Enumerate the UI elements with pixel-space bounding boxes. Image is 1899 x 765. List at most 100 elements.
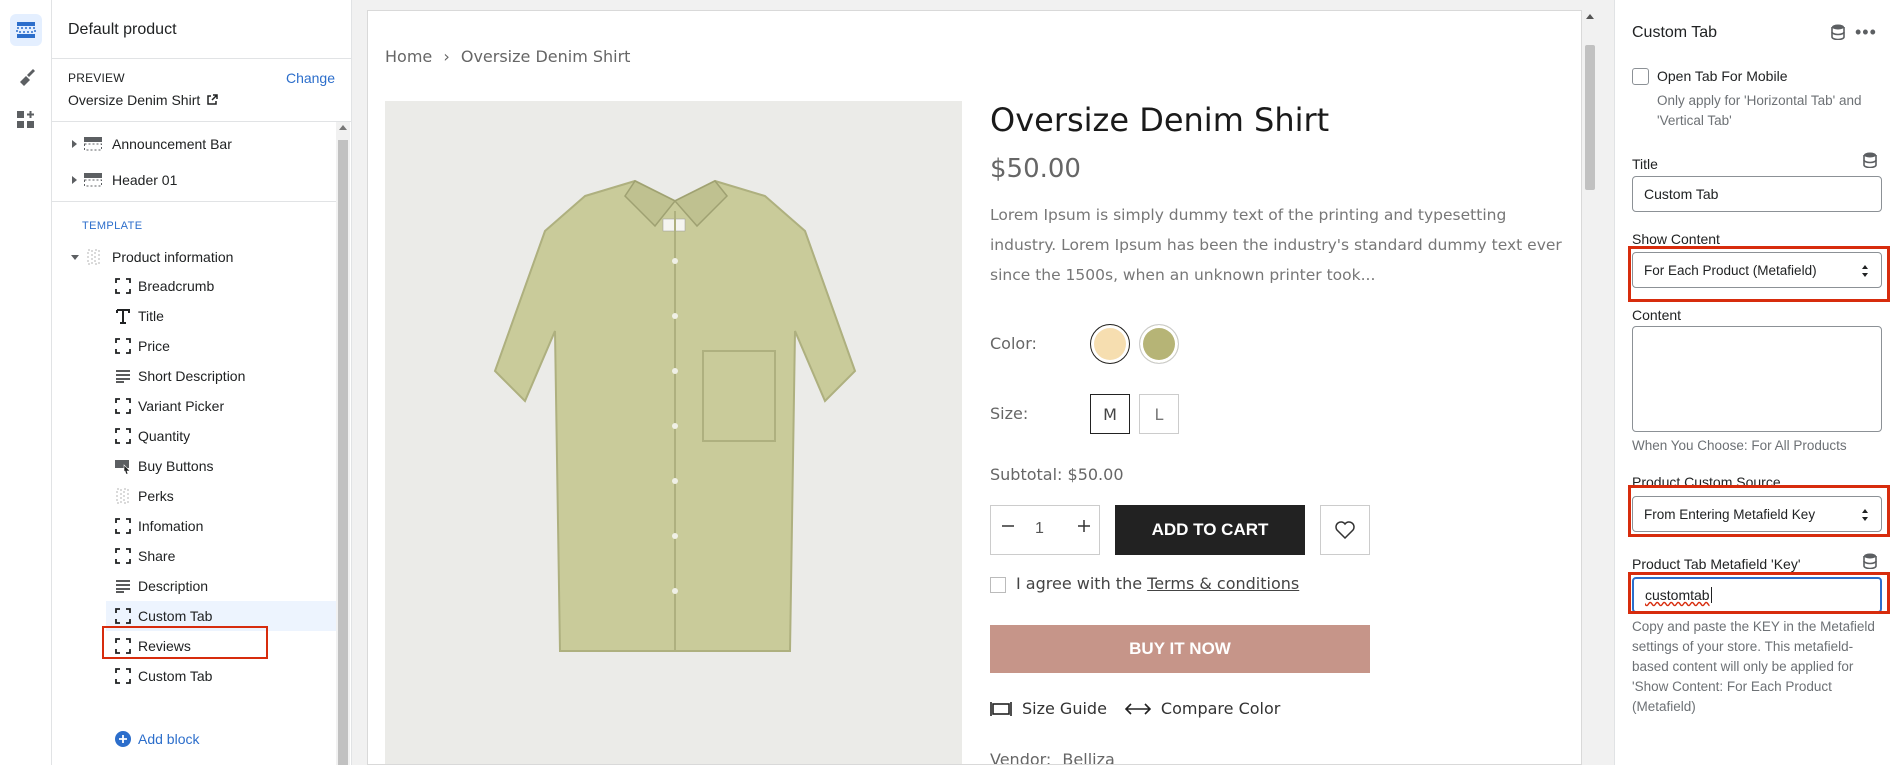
product-links: Size Guide Compare Color	[990, 699, 1280, 718]
product-image[interactable]	[385, 101, 962, 764]
add-block-label: Add block	[138, 731, 200, 747]
sections-sidebar: Default product PREVIEW Change Oversize …	[52, 0, 352, 765]
scroll-up-arrow-icon[interactable]	[339, 125, 347, 130]
open-tab-mobile-help: Only apply for 'Horizontal Tab' and 'Ver…	[1657, 93, 1862, 128]
text-icon	[114, 307, 132, 325]
block-price[interactable]: Price	[106, 331, 336, 361]
color-swatch-beige[interactable]	[1090, 324, 1130, 364]
section-icon	[84, 137, 102, 151]
block-breadcrumb[interactable]: Breadcrumb	[106, 271, 336, 301]
quantity-stepper[interactable]: 1	[990, 505, 1100, 555]
template-label: TEMPLATE	[82, 220, 143, 232]
block-buy-buttons[interactable]: Buy Buttons	[106, 451, 336, 481]
size-guide-link[interactable]: Size Guide	[1022, 699, 1107, 718]
theme-settings-icon[interactable]	[10, 60, 42, 92]
section-label: Header 01	[112, 172, 178, 188]
dashed-square-icon	[114, 337, 132, 355]
metafield-key-help: Copy and paste the KEY in the Metafield …	[1632, 619, 1875, 714]
add-to-cart-button[interactable]: ADD TO CART	[1115, 505, 1305, 555]
size-label: Size:	[990, 404, 1029, 423]
product-price: $50.00	[990, 154, 1081, 184]
paragraph-icon	[114, 577, 132, 595]
block-perks[interactable]: Perks	[106, 481, 336, 511]
block-variant-picker[interactable]: Variant Picker	[106, 391, 336, 421]
caret-down-icon[interactable]	[71, 254, 79, 260]
metafield-key-label: Product Tab Metafield 'Key'	[1632, 556, 1801, 572]
preview-scrollbar-thumb[interactable]	[1585, 45, 1595, 190]
vendor: Vendor: Belliza	[990, 750, 1115, 764]
divider	[52, 58, 351, 59]
dashed-square-icon	[114, 277, 132, 295]
divider	[52, 201, 336, 202]
divider	[52, 121, 351, 122]
size-option-m[interactable]: M	[1090, 394, 1130, 434]
block-label: Variant Picker	[138, 398, 225, 414]
size-option-l[interactable]: L	[1139, 394, 1179, 434]
breadcrumb: Home › Oversize Denim Shirt	[385, 47, 630, 66]
settings-title: Custom Tab	[1632, 24, 1718, 41]
sidebar-scrollbar-thumb[interactable]	[338, 140, 348, 765]
section-icon	[84, 173, 102, 187]
content-textarea[interactable]	[1632, 326, 1882, 432]
breadcrumb-home[interactable]: Home	[385, 47, 432, 66]
title-input[interactable]: Custom Tab	[1632, 176, 1882, 212]
plus-icon[interactable]	[1077, 519, 1091, 538]
open-tab-mobile-checkbox[interactable]	[1632, 68, 1649, 85]
dynamic-source-icon[interactable]	[1863, 152, 1877, 168]
scroll-up-arrow-icon[interactable]	[1586, 14, 1594, 19]
color-swatch-olive[interactable]	[1139, 324, 1179, 364]
terms-checkbox[interactable]	[990, 577, 1006, 593]
section-header[interactable]: Header 01	[52, 164, 336, 196]
apps-icon[interactable]	[10, 104, 42, 136]
agree-label: I agree with the	[1016, 574, 1143, 593]
compare-color-link[interactable]: Compare Color	[1161, 699, 1280, 718]
highlight-annotation	[1628, 485, 1890, 537]
quantity-value[interactable]: 1	[1035, 520, 1044, 538]
section-announcement-bar[interactable]: Announcement Bar	[52, 128, 336, 160]
breadcrumb-current: Oversize Denim Shirt	[460, 47, 631, 66]
content-help: When You Choose: For All Products	[1632, 438, 1847, 453]
compare-arrows-icon	[1124, 702, 1151, 715]
change-preview-link[interactable]: Change	[286, 70, 335, 86]
add-block-button[interactable]: Add block	[106, 724, 336, 754]
heart-icon	[1335, 521, 1355, 539]
highlight-annotation	[102, 626, 268, 659]
dashed-square-icon	[114, 667, 132, 685]
content-label: Content	[1632, 307, 1682, 323]
preview-product[interactable]: Oversize Denim Shirt	[68, 92, 219, 108]
dynamic-source-icon[interactable]	[1831, 24, 1845, 40]
terms-link[interactable]: Terms & conditions	[1147, 574, 1299, 593]
caret-right-icon[interactable]	[72, 176, 77, 184]
vendor-value[interactable]: Belliza	[1062, 750, 1114, 764]
block-infomation[interactable]: Infomation	[106, 511, 336, 541]
dynamic-source-icon[interactable]	[1863, 553, 1877, 569]
product-description: Lorem Ipsum is simply dummy text of the …	[990, 206, 1562, 284]
external-link-icon	[207, 94, 219, 105]
title-label: Title	[1632, 156, 1658, 172]
section-product-information[interactable]: Product information	[52, 241, 336, 273]
product-section-icon	[87, 249, 100, 265]
dashed-square-icon	[114, 397, 132, 415]
wishlist-button[interactable]	[1320, 505, 1370, 555]
product-title: Oversize Denim Shirt	[990, 101, 1330, 139]
block-share[interactable]: Share	[106, 541, 336, 571]
block-quantity[interactable]: Quantity	[106, 421, 336, 451]
sections-icon[interactable]	[10, 14, 42, 46]
block-short-description[interactable]: Short Description	[106, 361, 336, 391]
terms-text: I agree with the Terms & conditions	[1016, 574, 1299, 593]
minus-icon[interactable]	[1001, 519, 1015, 538]
buy-it-now-button[interactable]: BUY IT NOW	[990, 625, 1370, 673]
block-custom-tab[interactable]: Custom Tab	[106, 661, 336, 691]
preview-product-name: Oversize Denim Shirt	[68, 92, 201, 108]
perks-icon	[114, 487, 132, 505]
more-actions-icon[interactable]: •••	[1855, 22, 1877, 43]
block-label: Title	[138, 308, 164, 324]
block-label: Custom Tab	[138, 608, 213, 624]
caret-right-icon[interactable]	[72, 140, 77, 148]
highlight-annotation	[1628, 246, 1890, 302]
dashed-square-icon	[114, 517, 132, 535]
show-content-label: Show Content	[1632, 231, 1720, 247]
section-label: Product information	[112, 249, 234, 265]
block-title[interactable]: Title	[106, 301, 336, 331]
block-description[interactable]: Description	[106, 571, 336, 601]
